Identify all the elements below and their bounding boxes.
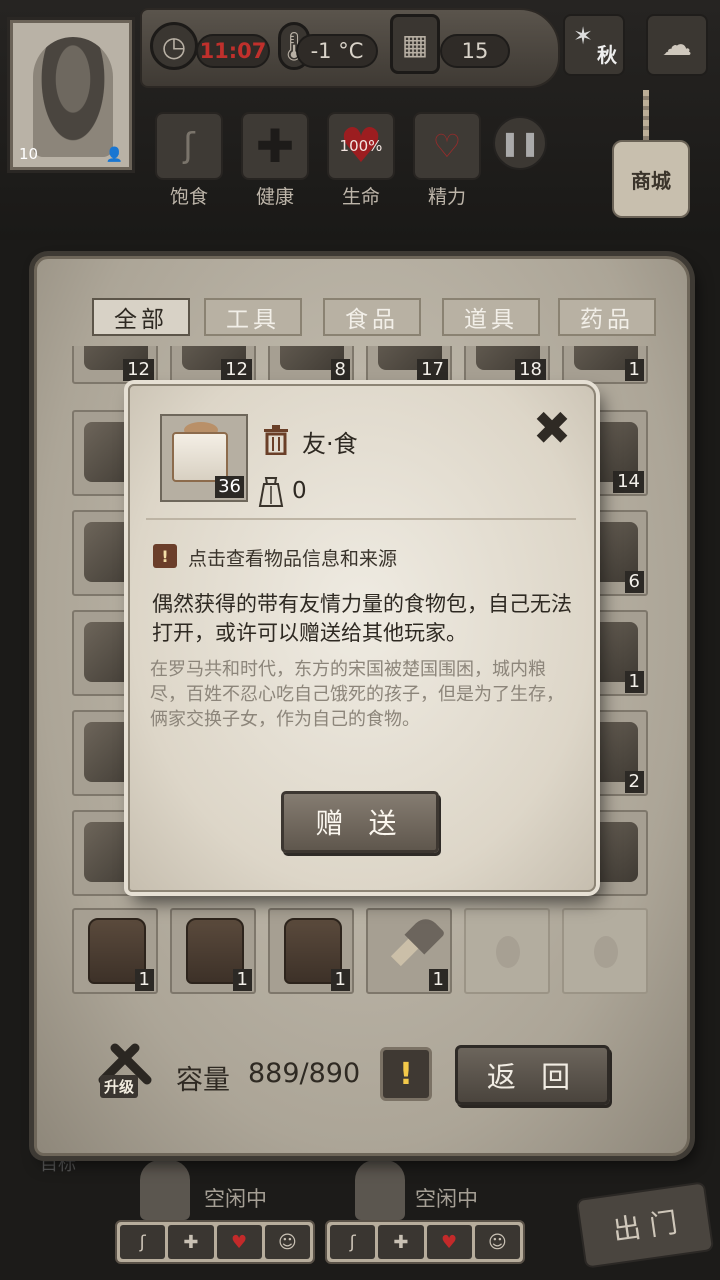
pause-icon: ❚❚ xyxy=(499,129,541,157)
character-1-stats[interactable]: ʃ ✚ ♥ ☺ xyxy=(115,1220,315,1264)
heart-icon: ♥ xyxy=(216,1225,262,1259)
tab-food[interactable]: 食品 xyxy=(323,298,421,336)
item-name: 友·食 xyxy=(302,430,358,458)
item-count: 6 xyxy=(624,571,644,593)
person-icon: ☺ xyxy=(474,1225,520,1259)
character-1-status: 空闲中 xyxy=(204,1187,267,1211)
item-count: 36 xyxy=(215,476,244,498)
heart-icon: ♥ xyxy=(426,1225,472,1259)
item-lore: 在罗马共和时代，东方的宋国被楚国围困，城内粮尽，百姓不忍心吃自己饿死的孩子，但是… xyxy=(150,659,564,730)
exclamation-icon: ! xyxy=(399,1056,413,1092)
close-button[interactable]: ✖ xyxy=(528,404,576,452)
item-count: 12 xyxy=(221,359,252,381)
back-button[interactable]: 返 回 xyxy=(455,1045,610,1105)
inventory-slot[interactable]: 1 xyxy=(268,908,354,994)
shop-label: 商城 xyxy=(631,168,671,193)
item-description: 偶然获得的带有友情力量的食物包，自己无法打开，或许可以赠送给其他玩家。 xyxy=(152,592,572,645)
category-tabs: 全部 工具 食品 道具 药品 xyxy=(90,298,660,338)
empty-slot[interactable] xyxy=(562,908,648,994)
cross-icon: ✚ xyxy=(255,119,295,173)
item-icon-frame: 36 xyxy=(160,414,248,502)
divider xyxy=(146,518,576,520)
health-label: 健康 xyxy=(255,186,294,208)
upgrade-label[interactable]: 升级 xyxy=(100,1075,139,1098)
stomach-icon: ʃ xyxy=(330,1225,376,1259)
item-count: 1 xyxy=(330,969,350,991)
inventory-slot[interactable]: 18 xyxy=(464,346,550,384)
pause-button[interactable]: ❚❚ xyxy=(493,116,547,170)
stomach-icon: ʃ xyxy=(183,126,195,166)
health-button[interactable]: ✚ xyxy=(241,112,309,180)
character-2-stats[interactable]: ʃ ✚ ♥ ☺ xyxy=(325,1220,525,1264)
inventory-slot[interactable]: 1 xyxy=(72,908,158,994)
inventory-slot[interactable]: 12 xyxy=(72,346,158,384)
cross-icon: ✚ xyxy=(168,1225,214,1259)
avatar xyxy=(33,37,113,157)
inventory-slot[interactable]: 1 xyxy=(366,908,452,994)
inventory-slot[interactable]: 1 xyxy=(170,908,256,994)
life-label: 生命 xyxy=(341,186,380,208)
exclamation-icon[interactable]: ! xyxy=(153,544,177,568)
item-count: 1 xyxy=(624,359,644,381)
item-count: 1 xyxy=(232,969,252,991)
season-label: 秋 xyxy=(597,43,617,67)
tab-all[interactable]: 全部 xyxy=(92,298,190,336)
level-label: 10 xyxy=(19,145,39,163)
capacity-value: 889/890 xyxy=(248,1058,361,1089)
item-count: 8 xyxy=(330,359,350,381)
gift-button[interactable]: 赠 送 xyxy=(281,791,439,853)
season-button[interactable]: ✶ 秋 xyxy=(563,14,625,76)
brain-icon: ♡ xyxy=(432,127,462,165)
warning-button[interactable]: ! xyxy=(380,1047,432,1101)
item-count: 1 xyxy=(624,671,644,693)
temperature-value: -1 °C xyxy=(296,34,378,68)
life-button[interactable]: ♥ 100% xyxy=(327,112,395,180)
energy-label: 精力 xyxy=(427,186,466,208)
day-value: 15 xyxy=(440,34,510,68)
tab-tools[interactable]: 工具 xyxy=(204,298,302,336)
character-2-avatar[interactable] xyxy=(355,1160,405,1220)
trash-icon[interactable] xyxy=(262,425,290,456)
leaf-icon: ✶ xyxy=(573,22,594,50)
empty-slot[interactable] xyxy=(464,908,550,994)
inventory-slot[interactable]: 1 xyxy=(562,346,648,384)
time-value: 11:07 xyxy=(196,34,270,68)
energy-button[interactable]: ♡ xyxy=(413,112,481,180)
inventory-slot[interactable]: 12 xyxy=(170,346,256,384)
item-count: 1 xyxy=(134,969,154,991)
item-info-hint[interactable]: 点击查看物品信息和来源 xyxy=(188,544,397,571)
person-icon: 👤 xyxy=(105,147,123,163)
gift-box-icon xyxy=(172,432,228,482)
item-weight: 0 xyxy=(292,478,307,504)
tab-items[interactable]: 道具 xyxy=(442,298,540,336)
item-count: 17 xyxy=(417,359,448,381)
character-1-avatar[interactable] xyxy=(140,1160,190,1220)
item-count: 12 xyxy=(123,359,154,381)
inventory-slot[interactable]: 17 xyxy=(366,346,452,384)
hunger-button[interactable]: ʃ xyxy=(155,112,223,180)
weight-bag-icon xyxy=(258,476,284,508)
shop-button[interactable]: 商城 xyxy=(612,140,690,218)
item-count: 1 xyxy=(428,969,448,991)
cross-icon: ✚ xyxy=(378,1225,424,1259)
character-2-status: 空闲中 xyxy=(415,1187,478,1211)
item-count: 2 xyxy=(624,771,644,793)
cloud-sun-icon: ☁ xyxy=(662,27,692,63)
item-count: 14 xyxy=(613,471,644,493)
stomach-icon: ʃ xyxy=(120,1225,166,1259)
clock-icon: ◷ xyxy=(150,22,198,70)
close-icon: ✖ xyxy=(532,401,572,455)
calendar-icon: ▦ xyxy=(390,14,440,74)
hunger-label: 饱食 xyxy=(169,186,208,208)
life-value: 100% xyxy=(339,137,383,155)
character-portrait[interactable]: 10 👤 xyxy=(10,20,132,170)
inventory-slot[interactable]: 8 xyxy=(268,346,354,384)
item-count: 18 xyxy=(515,359,546,381)
person-icon: ☺ xyxy=(264,1225,310,1259)
tab-medicine[interactable]: 药品 xyxy=(558,298,656,336)
weather-button[interactable]: ☁ xyxy=(646,14,708,76)
capacity-label: 容量 xyxy=(176,1065,230,1096)
